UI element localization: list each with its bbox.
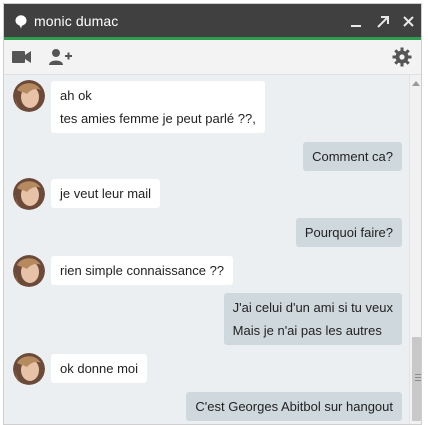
- contact-name[interactable]: monic dumac: [34, 13, 118, 29]
- speech-bubble-icon: [15, 15, 27, 29]
- avatar-photo: [13, 255, 45, 287]
- minimize-icon: [351, 25, 361, 27]
- message-line: Mais je n'ai pas les autres: [232, 323, 382, 338]
- settings-button[interactable]: [392, 47, 412, 72]
- contact-avatar[interactable]: [13, 255, 45, 287]
- title-bar[interactable]: monic dumac: [4, 4, 421, 40]
- message-line: J'ai celui d'un ami si tu veux: [232, 300, 393, 315]
- message-line: ah ok: [60, 88, 92, 103]
- message-line: ok donne moi: [60, 361, 139, 376]
- message-line: rien simple connaissance ??: [60, 263, 225, 278]
- grip-line: [415, 380, 421, 381]
- message-line: Comment ca?: [312, 149, 393, 164]
- message-line: Pourquoi faire?: [304, 225, 393, 240]
- close-icon: [403, 16, 414, 27]
- contact-avatar[interactable]: [13, 353, 45, 385]
- chat-toolbar: [4, 40, 421, 75]
- message-bubble-incoming: je veut leur mail: [51, 179, 161, 208]
- popout-icon: [377, 16, 389, 28]
- message-bubble-outgoing: J'ai celui d'un ami si tu veux Mais je n…: [223, 293, 402, 345]
- message-bubble-outgoing: Pourquoi faire?: [295, 218, 402, 247]
- message-list[interactable]: ah ok tes amies femme je peut parlé ??, …: [4, 75, 408, 424]
- contact-avatar[interactable]: [13, 80, 45, 112]
- minimize-button[interactable]: [347, 12, 367, 32]
- message-line: je veut leur mail: [60, 186, 152, 201]
- message-bubble-incoming: rien simple connaissance ??: [51, 256, 234, 285]
- avatar-photo: [13, 80, 45, 112]
- message-bubble-outgoing: C'est Georges Abitbol sur hangout: [186, 392, 402, 421]
- message-bubble-incoming: ah ok tes amies femme je peut parlé ??,: [51, 81, 265, 133]
- add-person-button[interactable]: [49, 48, 73, 71]
- video-call-button[interactable]: [12, 50, 32, 69]
- scrollbar-thumb[interactable]: [412, 337, 421, 421]
- popout-button[interactable]: [373, 12, 393, 32]
- message-bubble-incoming: ok donne moi: [51, 354, 148, 383]
- grip-line: [415, 377, 421, 378]
- scroll-up-icon[interactable]: [412, 81, 420, 86]
- avatar-photo: [13, 353, 45, 385]
- message-line: tes amies femme je peut parlé ??,: [60, 111, 256, 126]
- message-bubble-outgoing: Comment ca?: [303, 142, 402, 171]
- avatar-photo: [13, 178, 45, 210]
- video-camera-icon: [12, 51, 31, 63]
- chat-window: monic dumac ah ok tes amies femme je peu…: [3, 3, 422, 425]
- message-line: C'est Georges Abitbol sur hangout: [195, 399, 393, 414]
- grip-line: [415, 374, 421, 375]
- gear-icon: [392, 47, 412, 67]
- add-person-icon: [49, 49, 72, 65]
- close-button[interactable]: [399, 12, 419, 32]
- contact-avatar[interactable]: [13, 178, 45, 210]
- scrollbar[interactable]: [409, 75, 421, 424]
